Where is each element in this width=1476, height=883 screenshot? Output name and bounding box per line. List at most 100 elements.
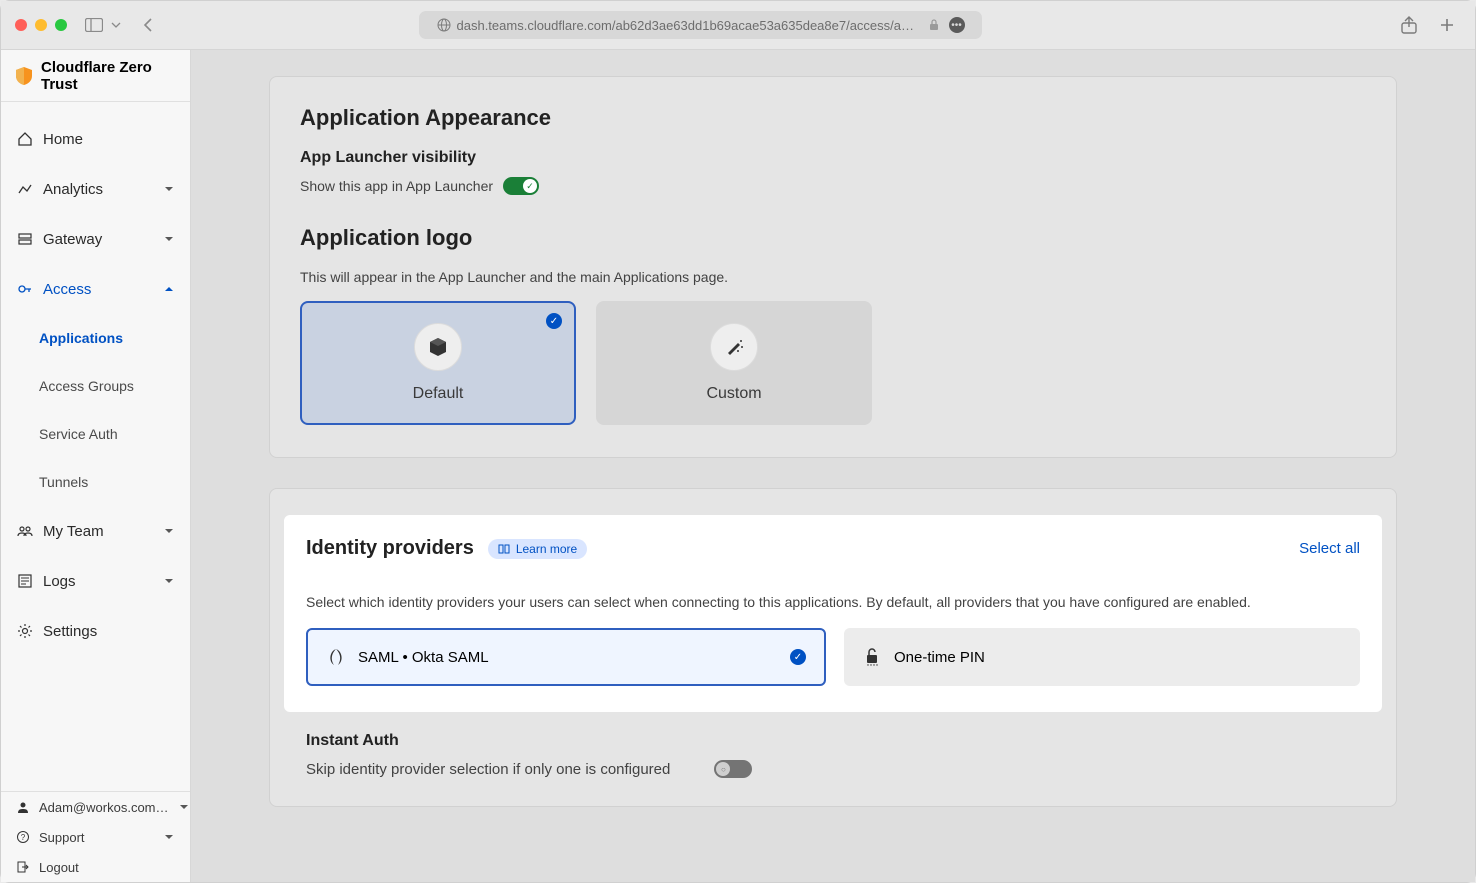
idp-saml-label: SAML • Okta SAML	[358, 649, 489, 666]
learn-more-label: Learn more	[516, 542, 577, 556]
sidebar-item-access-groups[interactable]: Access Groups	[1, 362, 190, 410]
toggle-knob: ○	[716, 762, 730, 776]
nav-label: Home	[43, 131, 83, 148]
idp-option-pin[interactable]: One-time PIN	[844, 628, 1360, 686]
saml-icon	[326, 647, 346, 667]
book-icon	[498, 544, 510, 554]
user-icon	[17, 801, 29, 813]
chevron-down-icon	[179, 804, 189, 810]
user-account-menu[interactable]: Adam@workos.com…	[1, 792, 190, 822]
chevron-down-icon[interactable]	[111, 22, 121, 28]
sidebar-item-access[interactable]: Access	[1, 264, 190, 314]
cube-icon	[414, 323, 462, 371]
sidebar-item-gateway[interactable]: Gateway	[1, 214, 190, 264]
cloudflare-shield-icon	[15, 66, 33, 86]
support-menu[interactable]: ? Support	[1, 822, 190, 852]
back-button[interactable]	[143, 17, 153, 33]
fullscreen-window-button[interactable]	[55, 19, 67, 31]
instant-auth-section: Instant Auth Skip identity provider sele…	[270, 712, 1396, 778]
wand-icon	[710, 323, 758, 371]
url-bar[interactable]: dash.teams.cloudflare.com/ab62d3ae63dd1b…	[419, 11, 982, 39]
logo-custom-label: Custom	[706, 385, 761, 403]
launcher-visibility-text: Show this app in App Launcher	[300, 178, 493, 194]
nav-label: My Team	[43, 523, 104, 540]
chevron-down-icon	[164, 578, 174, 584]
nav-label: Logs	[43, 573, 76, 590]
pin-icon	[862, 647, 882, 667]
lock-icon	[929, 19, 939, 31]
learn-more-badge[interactable]: Learn more	[488, 539, 587, 559]
sidebar-item-settings[interactable]: Settings	[1, 606, 190, 656]
nav-label: Analytics	[43, 181, 103, 198]
analytics-icon	[17, 181, 33, 197]
instant-auth-desc: Skip identity provider selection if only…	[306, 761, 670, 778]
check-icon: ✓	[790, 649, 806, 665]
sidebar-layout-icon[interactable]	[85, 18, 103, 32]
minimize-window-button[interactable]	[35, 19, 47, 31]
user-email: Adam@workos.com…	[39, 800, 169, 815]
logo-option-default[interactable]: ✓ Default	[300, 301, 576, 425]
idp-pin-label: One-time PIN	[894, 649, 985, 666]
site-settings-icon[interactable]: •••	[949, 17, 965, 33]
nav-label: Access Groups	[39, 378, 134, 394]
help-icon: ?	[17, 831, 29, 843]
sidebar-item-applications[interactable]: Applications	[1, 314, 190, 362]
chevron-down-icon	[164, 236, 174, 242]
sidebar-item-tunnels[interactable]: Tunnels	[1, 458, 190, 506]
browser-titlebar: dash.teams.cloudflare.com/ab62d3ae63dd1b…	[1, 1, 1475, 50]
logout-icon	[17, 861, 29, 873]
chevron-down-icon	[164, 186, 174, 192]
idp-description: Select which identity providers your use…	[306, 594, 1360, 610]
launcher-visibility-heading: App Launcher visibility	[300, 149, 1366, 167]
appearance-title: Application Appearance	[300, 105, 1366, 131]
instant-auth-title: Instant Auth	[306, 732, 1360, 750]
access-icon	[17, 281, 33, 297]
chevron-up-icon	[164, 286, 174, 292]
team-icon	[17, 523, 33, 539]
logo-option-custom[interactable]: Custom	[596, 301, 872, 425]
application-logo-heading: Application logo	[300, 225, 1366, 251]
support-label: Support	[39, 830, 85, 845]
sidebar: Cloudflare Zero Trust Home Analytics Gat…	[1, 50, 191, 882]
new-tab-button[interactable]	[1439, 17, 1455, 33]
sidebar-nav: Home Analytics Gateway Access Applicatio…	[1, 102, 190, 791]
sidebar-item-analytics[interactable]: Analytics	[1, 164, 190, 214]
share-icon[interactable]	[1401, 16, 1417, 34]
identity-providers-card: Identity providers Learn more Select all…	[269, 488, 1397, 807]
close-window-button[interactable]	[15, 19, 27, 31]
idp-title: Identity providers	[306, 537, 474, 560]
gear-icon	[17, 623, 33, 639]
instant-auth-toggle[interactable]: ○	[714, 760, 752, 778]
svg-text:?: ?	[21, 833, 26, 842]
logout-label: Logout	[39, 860, 79, 875]
window-controls	[15, 19, 67, 31]
logs-icon	[17, 573, 33, 589]
sidebar-item-service-auth[interactable]: Service Auth	[1, 410, 190, 458]
chevron-down-icon	[164, 528, 174, 534]
gateway-icon	[17, 231, 33, 247]
toggle-knob: ✓	[523, 179, 537, 193]
nav-label: Access	[43, 281, 91, 298]
brand-header[interactable]: Cloudflare Zero Trust	[1, 50, 190, 102]
application-logo-desc: This will appear in the App Launcher and…	[300, 269, 1366, 285]
select-all-link[interactable]: Select all	[1299, 540, 1360, 557]
idp-panel: Identity providers Learn more Select all…	[284, 515, 1382, 712]
check-icon: ✓	[546, 313, 562, 329]
main-content: Application Appearance App Launcher visi…	[191, 50, 1475, 882]
launcher-visibility-toggle[interactable]: ✓	[503, 177, 539, 195]
nav-label: Tunnels	[39, 474, 88, 490]
home-icon	[17, 131, 33, 147]
sidebar-item-my-team[interactable]: My Team	[1, 506, 190, 556]
url-text: dash.teams.cloudflare.com/ab62d3ae63dd1b…	[457, 18, 917, 33]
nav-label: Service Auth	[39, 426, 118, 442]
sidebar-footer: Adam@workos.com… ? Support Logout	[1, 791, 190, 882]
nav-label: Settings	[43, 623, 97, 640]
application-appearance-card: Application Appearance App Launcher visi…	[269, 76, 1397, 458]
idp-option-saml[interactable]: SAML • Okta SAML ✓	[306, 628, 826, 686]
logout-button[interactable]: Logout	[1, 852, 190, 882]
nav-label: Applications	[39, 330, 123, 346]
logo-default-label: Default	[413, 385, 464, 403]
sidebar-item-logs[interactable]: Logs	[1, 556, 190, 606]
sidebar-item-home[interactable]: Home	[1, 114, 190, 164]
nav-label: Gateway	[43, 231, 102, 248]
